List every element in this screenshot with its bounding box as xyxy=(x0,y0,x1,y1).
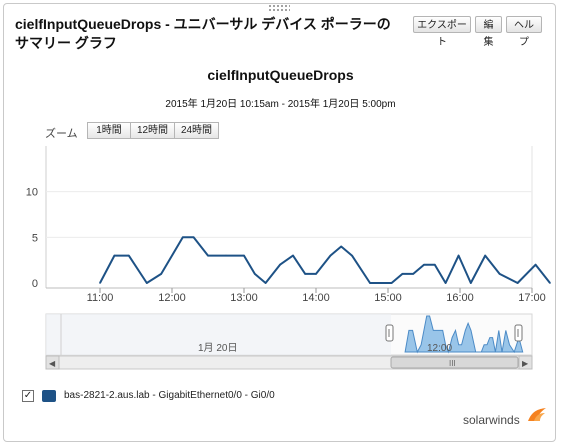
series-line xyxy=(99,236,551,284)
legend-label: bas-2821-2.aus.lab - GigabitEthernet0/0 … xyxy=(64,390,275,401)
x-tick-label: 13:00 xyxy=(230,292,258,304)
legend-checkbox[interactable]: ✓ xyxy=(22,390,34,402)
navigator-time-label: 12:00 xyxy=(427,343,452,354)
series-point[interactable] xyxy=(279,263,281,266)
x-tick-label: 16:00 xyxy=(446,292,474,304)
series-point[interactable] xyxy=(292,254,294,257)
series-point[interactable] xyxy=(549,282,551,284)
scroll-right-arrow-icon: ▶ xyxy=(522,359,529,368)
series-point[interactable] xyxy=(401,273,404,275)
series-point[interactable] xyxy=(146,282,148,284)
series-point[interactable] xyxy=(470,282,472,284)
x-tick-label: 14:00 xyxy=(302,292,330,304)
brand-logo: solarwinds xyxy=(463,413,520,427)
series-point[interactable] xyxy=(484,254,487,257)
series-point[interactable] xyxy=(113,254,116,257)
series-point[interactable] xyxy=(423,263,425,266)
x-tick-label: 17:00 xyxy=(518,292,546,304)
x-tick-label: 15:00 xyxy=(374,292,402,304)
scroll-left-arrow-icon: ◀ xyxy=(49,359,56,368)
series-point[interactable] xyxy=(128,254,130,257)
x-tick-label: 11:00 xyxy=(87,292,114,304)
series-point[interactable] xyxy=(254,273,256,275)
series-point[interactable] xyxy=(340,245,343,248)
y-tick-label: 10 xyxy=(26,187,38,199)
series-point[interactable] xyxy=(369,282,371,284)
series-point[interactable] xyxy=(516,282,519,284)
series-point[interactable] xyxy=(444,282,447,284)
y-tick-label: 5 xyxy=(32,232,38,244)
series-point[interactable] xyxy=(412,273,415,275)
main-chart: 0 5 10 11:00 12:00 13:00 14:00 15:00 16:00 17:00… xyxy=(26,146,551,370)
series-point[interactable] xyxy=(457,254,460,257)
series-point[interactable] xyxy=(99,282,101,284)
y-tick-label: 0 xyxy=(32,278,38,290)
series-point[interactable] xyxy=(498,273,501,275)
series-point[interactable] xyxy=(390,282,393,284)
series-point[interactable] xyxy=(329,254,332,257)
x-tick-label: 12:00 xyxy=(158,292,186,304)
solarwinds-flame-icon xyxy=(528,408,546,421)
series-point[interactable] xyxy=(434,263,436,266)
series-point[interactable] xyxy=(304,273,307,275)
series-point[interactable] xyxy=(160,273,162,275)
series-point[interactable] xyxy=(264,282,267,284)
series-point[interactable] xyxy=(315,273,317,275)
series-point[interactable] xyxy=(351,254,353,257)
legend-swatch xyxy=(42,390,56,402)
series-point[interactable] xyxy=(243,254,245,257)
scroll-thumb-grip-icon: III xyxy=(449,359,456,368)
series-point[interactable] xyxy=(225,254,227,257)
series-point[interactable] xyxy=(380,282,382,284)
series-point[interactable] xyxy=(207,254,209,257)
series-point[interactable] xyxy=(182,236,184,239)
series-point[interactable] xyxy=(192,236,195,239)
series-point[interactable] xyxy=(534,263,537,266)
navigator-date-label: 1月 20日 xyxy=(198,342,237,354)
